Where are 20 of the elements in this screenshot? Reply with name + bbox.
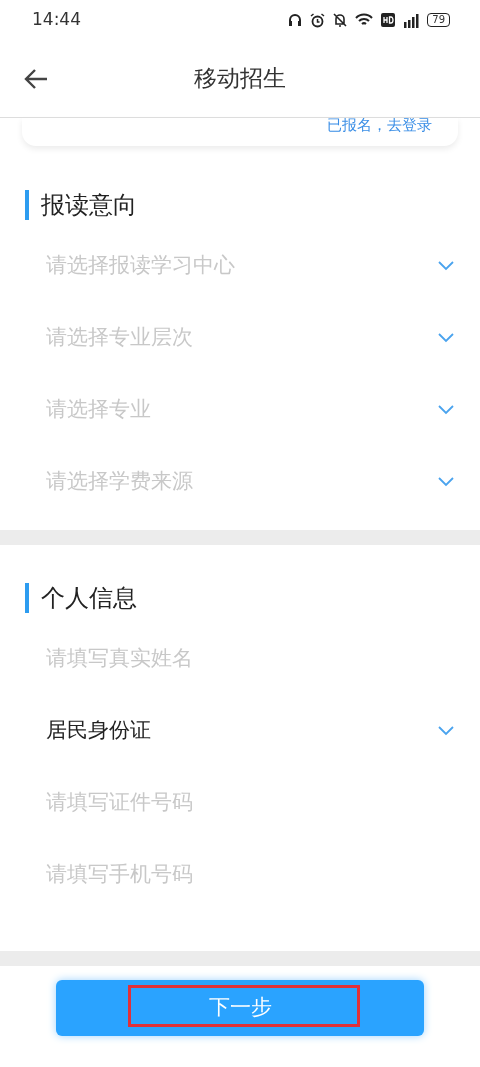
- section-title: 报读意向: [25, 190, 480, 220]
- headphones-icon: [288, 13, 303, 27]
- back-button[interactable]: [24, 66, 48, 90]
- select-field[interactable]: 居民身份证: [0, 695, 480, 767]
- chevron-down-icon: [438, 405, 454, 415]
- chevron-down-icon: [438, 333, 454, 343]
- muted-bell-icon: [333, 13, 348, 27]
- chevron-down-icon: [438, 477, 454, 487]
- login-link[interactable]: 已报名，去登录: [327, 118, 432, 132]
- status-time: 14:44: [32, 8, 81, 32]
- battery-indicator: 79: [427, 13, 450, 27]
- hd-icon: [381, 13, 396, 27]
- section-title: 个人信息: [25, 583, 480, 613]
- signal-icon: [403, 12, 420, 28]
- next-button[interactable]: 下一步: [56, 980, 424, 1036]
- chevron-down-icon: [438, 261, 454, 271]
- page-title: 移动招生: [194, 64, 286, 94]
- alarm-icon: [310, 12, 326, 28]
- wifi-icon: [355, 13, 374, 27]
- chevron-down-icon: [438, 726, 454, 736]
